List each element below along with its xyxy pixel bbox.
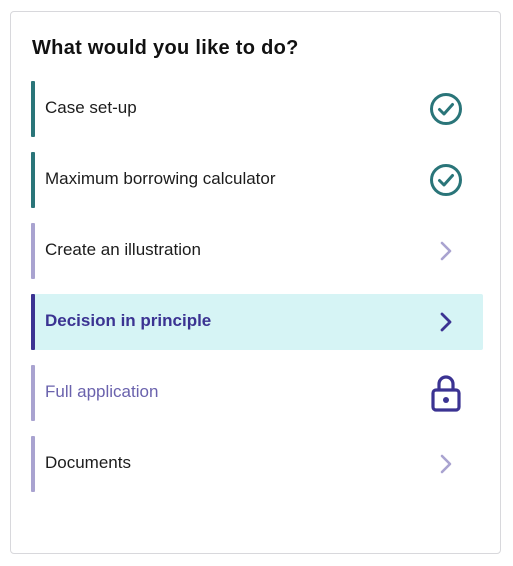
- task-item-documents[interactable]: Documents: [31, 436, 483, 492]
- task-item-full-application[interactable]: Full application: [31, 365, 483, 421]
- chevron-right-icon: [427, 445, 465, 483]
- task-item-maximum-borrowing-calculator[interactable]: Maximum borrowing calculator: [31, 152, 483, 208]
- task-label: Decision in principle: [45, 311, 212, 330]
- status-bar: [31, 152, 35, 208]
- task-item-decision-in-principle[interactable]: Decision in principle: [31, 294, 483, 350]
- task-item-case-setup[interactable]: Case set-up: [31, 81, 483, 137]
- panel-title: What would you like to do?: [32, 37, 299, 59]
- task-item-create-illustration[interactable]: Create an illustration: [31, 223, 483, 279]
- status-bar: [31, 223, 35, 279]
- status-bar: [31, 294, 35, 350]
- status-bar: [31, 436, 35, 492]
- lock-icon: [427, 374, 465, 412]
- task-label: Documents: [45, 453, 131, 472]
- status-bar: [31, 365, 35, 421]
- task-panel: What would you like to do? Case set-up M…: [10, 11, 501, 554]
- check-circle-icon: [427, 90, 465, 128]
- task-label: Maximum borrowing calculator: [45, 169, 276, 188]
- task-label: Create an illustration: [45, 240, 201, 259]
- check-circle-icon: [427, 161, 465, 199]
- task-list: Case set-up Maximum borrowing calculator…: [31, 81, 483, 507]
- chevron-right-icon: [427, 303, 465, 341]
- chevron-right-icon: [427, 232, 465, 270]
- task-label: Full application: [45, 382, 159, 401]
- status-bar: [31, 81, 35, 137]
- task-label: Case set-up: [45, 98, 137, 117]
